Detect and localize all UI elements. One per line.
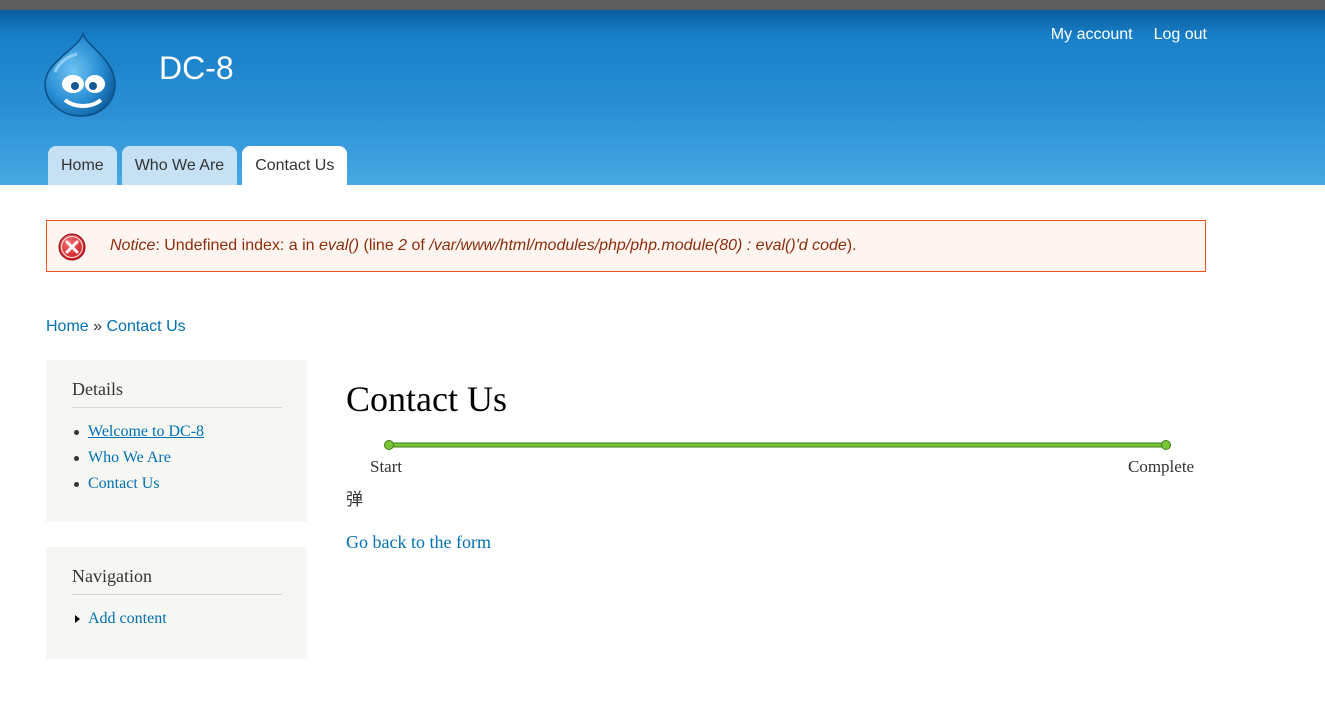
details-link-welcome[interactable]: Welcome to DC-8 xyxy=(88,423,204,440)
message-part: (line xyxy=(359,237,399,254)
log-out-link[interactable]: Log out xyxy=(1154,26,1207,44)
go-back-to-form-link[interactable]: Go back to the form xyxy=(346,532,491,553)
details-link-who-we-are[interactable]: Who We Are xyxy=(88,449,171,466)
error-message-box: Notice: Undefined index: a in eval() (li… xyxy=(46,220,1206,272)
progress-start-label: Start xyxy=(370,457,403,476)
error-x-icon xyxy=(57,232,87,262)
page-title: Contact Us xyxy=(346,379,507,419)
list-item: Contact Us xyxy=(74,471,282,497)
navigation-block: Navigation Add content xyxy=(46,547,307,659)
site-name[interactable]: DC-8 xyxy=(159,50,234,87)
site-header: DC-8 My account Log out Home Who We Are … xyxy=(0,10,1325,185)
tab-contact-us[interactable]: Contact Us xyxy=(242,146,348,185)
details-link-contact-us[interactable]: Contact Us xyxy=(88,475,160,492)
notice-label: Notice xyxy=(110,237,156,254)
details-block-title: Details xyxy=(72,379,282,408)
webform-progress-bar xyxy=(384,437,1171,453)
progress-complete-label: Complete xyxy=(1128,457,1195,476)
progress-complete-dot xyxy=(1161,440,1171,450)
browser-top-strip xyxy=(0,0,1325,10)
tab-who-we-are[interactable]: Who We Are xyxy=(121,146,238,185)
details-block: Details Welcome to DC-8 Who We Are Conta… xyxy=(46,360,307,522)
add-content-link[interactable]: Add content xyxy=(88,610,167,627)
list-item: Who We Are xyxy=(74,445,282,471)
breadcrumb: Home » Contact Us xyxy=(46,318,186,336)
bullet-icon xyxy=(74,430,79,435)
bullet-icon xyxy=(74,456,79,461)
navigation-list: Add content xyxy=(72,606,282,632)
message-part: of xyxy=(407,237,430,254)
message-line-number: 2 xyxy=(398,237,408,254)
breadcrumb-current-link[interactable]: Contact Us xyxy=(106,318,185,335)
message-file-path: /var/www/html/modules/php/php.module(80)… xyxy=(429,237,847,254)
message-part: ). xyxy=(846,237,857,254)
collapsed-triangle-icon[interactable] xyxy=(75,615,80,623)
message-function: eval() xyxy=(319,237,360,254)
progress-start-dot xyxy=(384,440,394,450)
list-item: Add content xyxy=(75,606,282,632)
drupal-drop-logo-icon[interactable] xyxy=(43,31,119,118)
bullet-icon xyxy=(74,482,79,487)
navigation-block-title: Navigation xyxy=(72,566,282,595)
main-menu-tabs: Home Who We Are Contact Us xyxy=(48,146,348,185)
breadcrumb-home-link[interactable]: Home xyxy=(46,318,89,335)
list-item: Welcome to DC-8 xyxy=(74,419,282,445)
confirmation-text: 弹 xyxy=(346,490,363,510)
main-content: Contact Us xyxy=(346,375,507,423)
my-account-link[interactable]: My account xyxy=(1051,26,1133,44)
message-part: : Undefined index: a in xyxy=(155,237,320,254)
breadcrumb-separator: » xyxy=(88,318,107,335)
secondary-menu: My account Log out xyxy=(1051,26,1207,44)
error-message-text: Notice: Undefined index: a in eval() (li… xyxy=(110,237,857,255)
tab-home[interactable]: Home xyxy=(48,146,117,185)
details-list: Welcome to DC-8 Who We Are Contact Us xyxy=(72,419,282,497)
